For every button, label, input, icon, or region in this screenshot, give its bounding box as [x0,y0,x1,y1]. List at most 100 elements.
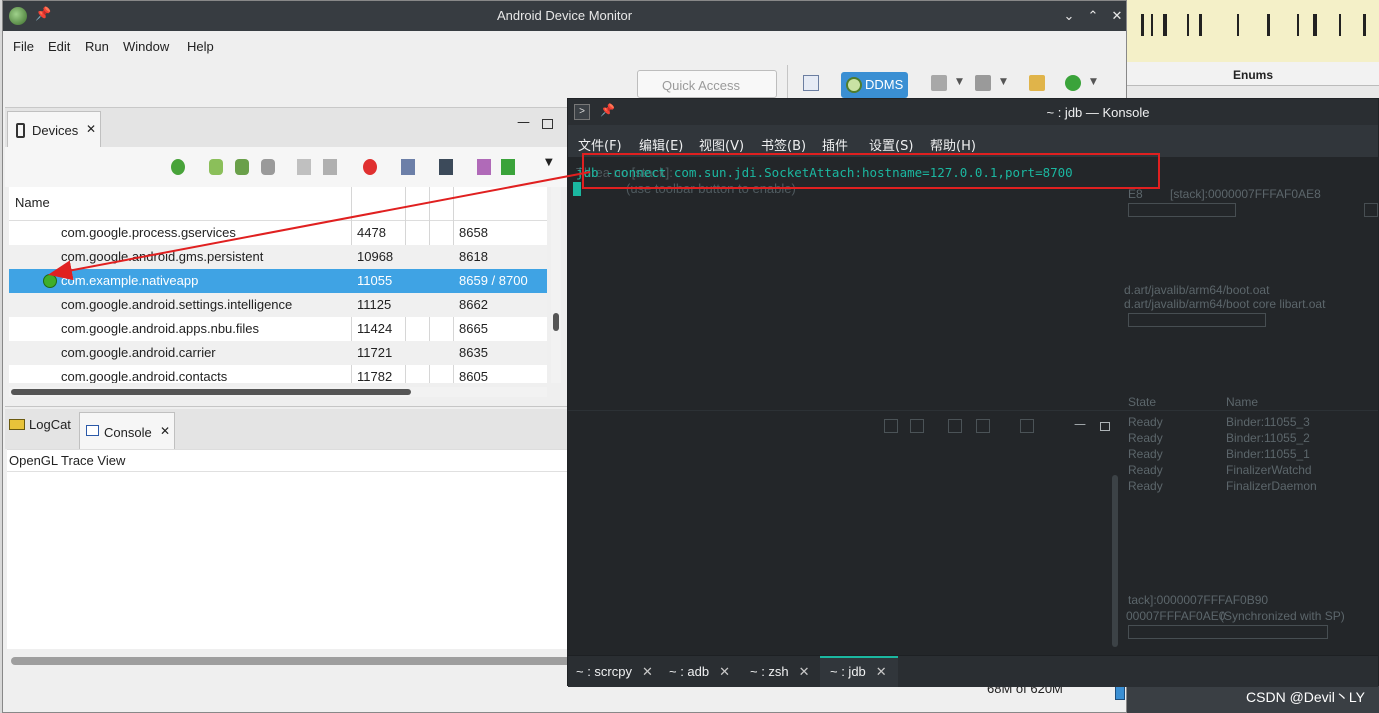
phone-icon [16,123,25,138]
back-arrow-icon[interactable] [1029,75,1045,91]
close-icon[interactable]: ✕ [642,664,653,679]
tab-devices[interactable]: Devices ✕ [7,111,101,149]
table-row[interactable]: com.google.android.apps.nbu.files 11424 … [9,317,547,341]
menu-file[interactable]: 文件(F) [578,135,622,154]
menu-window[interactable]: Window [123,39,169,54]
watermark-text: CSDN @Devil丶LY [1246,689,1365,705]
devices-horizontal-scrollbar[interactable] [9,387,547,397]
update-heap-icon[interactable] [209,159,223,175]
ddms-icon [846,77,862,93]
view-menu-chevron-icon[interactable]: ▼ [545,157,553,168]
minimize-button[interactable]: ⌄ [1059,6,1079,26]
konsole-title-bar[interactable]: > 📌 ~ : jdb — Konsole [568,99,1378,125]
background-maximize [1100,422,1110,431]
background-panel [1127,86,1379,98]
process-name: com.google.android.gms.persistent [61,249,264,264]
process-name: com.google.android.apps.nbu.files [61,321,260,336]
screen-capture-icon[interactable] [401,159,415,175]
close-icon[interactable]: ✕ [799,664,810,679]
update-threads-icon[interactable] [297,159,311,175]
devices-table: Name com.google.process.gservices 4478 8… [9,187,547,383]
konsole-menu-bar: 文件(F) 编辑(E) 视图(V) 书签(B) 插件 设置(S) 帮助(H) [568,125,1378,157]
process-name: com.google.android.carrier [61,345,216,360]
chevron-down-icon[interactable]: ▼ [956,77,963,87]
background-display-icon [976,419,990,433]
table-row[interactable]: com.google.android.contacts 11782 8605 [9,365,547,383]
background-thread-name: Binder:11055_2 [1226,431,1310,445]
tab-logcat[interactable]: LogCat [9,417,71,432]
menu-plugins[interactable]: 插件 [822,135,848,154]
background-clear-icon [884,419,898,433]
dump-view-hierarchy-icon[interactable] [439,159,453,175]
systrace-icon[interactable] [477,159,491,175]
method-profiling-icon[interactable] [323,159,337,175]
tab-adb[interactable]: ~ : adb ✕ [669,656,730,687]
process-pid: 11424 [357,321,393,336]
background-lock-icon [910,419,924,433]
ddms-perspective-button[interactable]: DDMS [841,72,908,98]
adm-title-bar[interactable]: 📌 Android Device Monitor ⌄ ⌃ ✕ [3,1,1126,31]
menu-edit[interactable]: 编辑(E) [639,135,683,154]
menu-file[interactable]: File [13,39,34,54]
process-name: com.google.process.gservices [61,225,236,240]
trash-icon[interactable] [1115,686,1125,700]
table-row[interactable]: com.google.android.carrier 11721 8635 [9,341,547,365]
menu-edit[interactable]: Edit [48,39,70,54]
console-output-area[interactable]: OpenGL Trace View [7,449,571,649]
opengl-trace-icon[interactable] [501,159,515,175]
run-icon[interactable] [1065,75,1081,91]
menu-bookmarks[interactable]: 书签(B) [761,135,806,154]
background-col-state: State [1128,395,1157,409]
maximize-button[interactable]: ⌃ [1083,6,1103,26]
open-perspective-icon[interactable] [803,75,819,91]
process-port: 8659 / 8700 [459,273,528,288]
tab-label: ~ : jdb [830,664,866,679]
menu-run[interactable]: Run [85,39,109,54]
table-row[interactable]: com.google.android.gms.persistent 10968 … [9,245,547,269]
tab-zsh[interactable]: ~ : zsh ✕ [750,656,810,687]
menu-help[interactable]: Help [187,39,214,54]
menu-settings[interactable]: 设置(S) [869,135,913,154]
background-minimize: — [1074,417,1086,431]
hierarchy-icon[interactable] [975,75,991,91]
devices-vertical-scrollbar[interactable] [551,187,561,383]
console-horizontal-scrollbar[interactable] [11,657,571,665]
scroll-thumb[interactable] [11,389,411,395]
process-name: com.example.nativeapp [61,273,199,288]
panel-minimize-button[interactable]: — [517,115,530,130]
table-row-selected[interactable]: com.example.nativeapp 11055 8659 / 8700 [9,269,547,293]
dump-hprof-icon[interactable] [235,159,249,175]
tab-scrcpy[interactable]: ~ : scrcpy ✕ [576,656,653,687]
stop-process-icon[interactable] [363,159,377,175]
debug-icon[interactable] [931,75,947,91]
tab-console[interactable]: Console ✕ [79,412,175,450]
tab-jdb[interactable]: ~ : jdb ✕ [820,656,898,687]
menu-help[interactable]: 帮助(H) [930,135,976,154]
column-header-name[interactable]: Name [15,195,50,210]
enums-header: Enums [1127,62,1379,86]
background-field [1128,203,1236,217]
close-icon[interactable]: ✕ [86,122,96,136]
close-icon[interactable]: ✕ [876,664,887,679]
menu-view[interactable]: 视图(V) [699,135,744,154]
table-row[interactable]: com.google.process.gservices 4478 8658 [9,221,547,245]
table-row[interactable]: com.google.android.settings.intelligence… [9,293,547,317]
quick-access-input[interactable]: Quick Access [637,70,777,98]
scroll-thumb[interactable] [553,313,559,331]
chevron-down-icon[interactable]: ▼ [1000,77,1007,87]
close-icon[interactable]: ✕ [160,424,170,438]
close-button[interactable]: ✕ [1107,6,1127,26]
devices-table-header: Name [9,187,547,221]
logcat-icon [9,419,25,430]
chevron-down-icon[interactable]: ▼ [1090,77,1097,87]
console-title: OpenGL Trace View [9,453,126,468]
debug-process-icon[interactable] [171,159,185,175]
background-thread-state: Ready [1128,447,1163,461]
panel-maximize-button[interactable] [542,119,553,129]
process-port: 8635 [459,345,488,360]
ddms-label: DDMS [865,77,904,92]
process-pid: 11125 [357,297,392,312]
close-icon[interactable]: ✕ [719,664,730,679]
cause-gc-icon[interactable] [261,159,275,175]
terminal-area[interactable]: Threa no [stack]: (use toolbar button to… [568,157,1378,655]
